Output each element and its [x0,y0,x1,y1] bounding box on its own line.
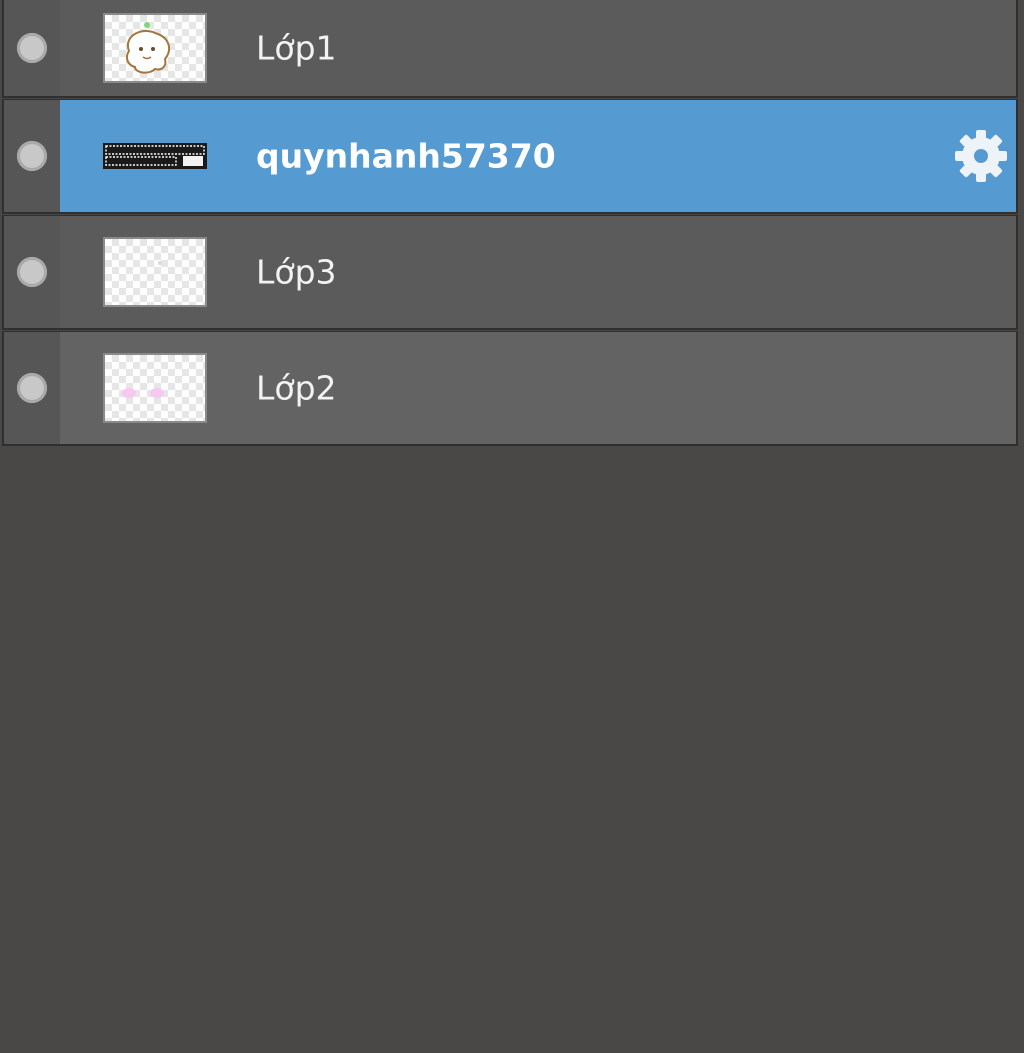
layer-thumbnail [103,353,207,423]
layer-row-4[interactable]: Lớp2 [2,331,1018,446]
visibility-toggle-icon[interactable] [17,33,47,63]
layer-row-3[interactable]: Lớp3 [2,215,1018,330]
visibility-toggle-icon[interactable] [17,257,47,287]
mostly-transparent-icon [158,261,162,265]
visibility-toggle-icon[interactable] [17,141,47,171]
text-layer-icon [103,143,207,169]
gear-icon[interactable] [952,127,1010,185]
visibility-toggle-icon[interactable] [17,373,47,403]
layer-list: Lớp1 quynhanh57370 Lớp3 Lớp2 [2,0,1018,447]
layer-row-2[interactable]: quynhanh57370 [2,99,1018,214]
layer-name: quynhanh57370 [256,136,556,176]
layer-thumbnail [103,141,207,171]
layer-row-1[interactable]: Lớp1 [2,0,1018,98]
cartoon-face-sketch-icon [126,22,171,74]
layer-name: Lớp2 [256,368,337,408]
layer-thumbnail [103,13,207,83]
layer-name: Lớp3 [256,252,337,292]
pink-dots-icon [122,388,164,398]
layers-panel: Lớp1 quynhanh57370 Lớp3 Lớp2 [0,0,1024,1053]
layer-thumbnail [103,237,207,307]
layer-name: Lớp1 [256,28,337,68]
